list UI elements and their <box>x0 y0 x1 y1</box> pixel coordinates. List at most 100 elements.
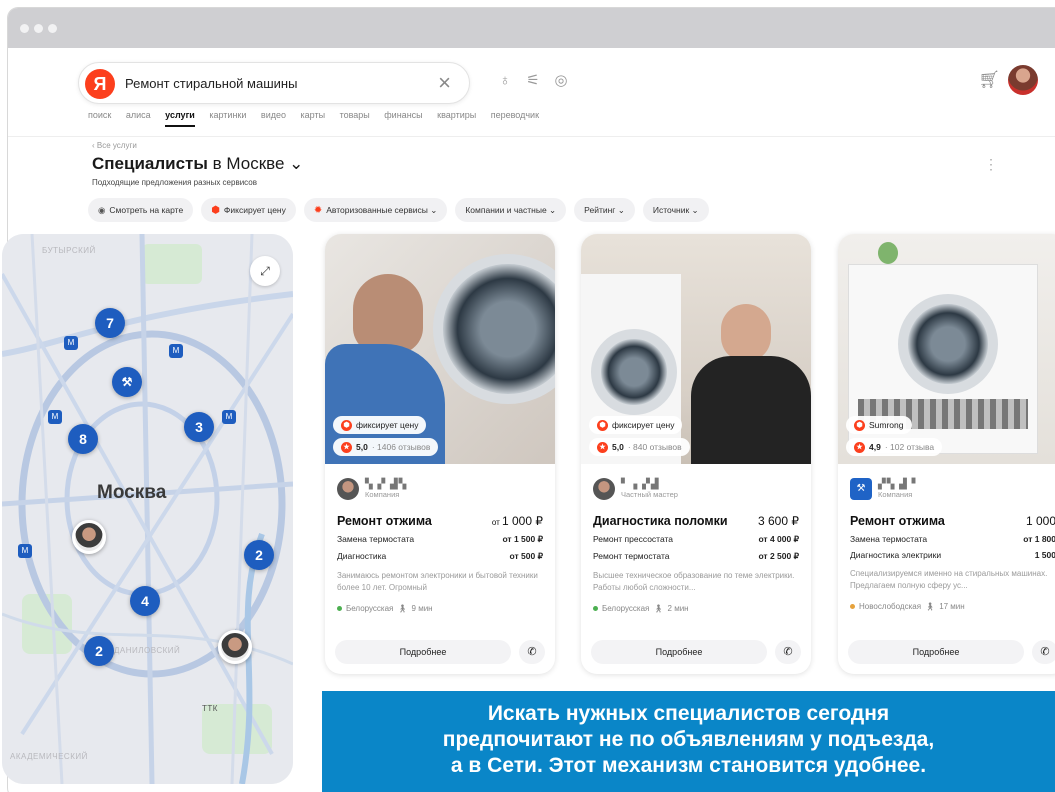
service-card[interactable]: ⬢ фиксирует цену ★ 5,0 · 840 отзывов ▘ ▖▞▟ Ч… <box>581 234 811 674</box>
walk-icon: 🚶︎ <box>653 604 664 613</box>
details-button[interactable]: Подробнее <box>848 640 1024 664</box>
map-cluster-pin[interactable]: 7 <box>95 308 125 338</box>
service-card[interactable]: ⬢ Sumrong ★ 4,9 · 102 отзыва ⚒ ▞▚ ▟ ▘ Компан… <box>838 234 1055 674</box>
card-body: ⚒ ▞▚ ▟ ▘ Компания Ремонт отжима 1 000 Зам… <box>838 464 1055 611</box>
owner-row[interactable]: ▚ ▞ ▟▚ Компания <box>337 472 543 506</box>
service-center-pin-icon[interactable]: ⚒ <box>112 367 142 397</box>
details-button[interactable]: Подробнее <box>335 640 511 664</box>
washing-machine-image <box>433 254 555 404</box>
owner-name-blurred: ▞▚ ▟ ▘ <box>878 479 921 490</box>
price-line: Замена термостата от 1 500 ₽ <box>337 534 543 545</box>
search-input[interactable]: Ремонт стиральной машины <box>125 76 297 91</box>
filter-company-type[interactable]: Компании и частные ⌄ <box>455 198 567 222</box>
badge-label: фиксирует цену <box>612 420 675 430</box>
card-body: ▘ ▖▞▟ Частный мастер Диагностика поломки … <box>581 464 811 613</box>
ring-road-label: ТТК <box>202 704 218 713</box>
specialist-avatar-pin[interactable] <box>72 520 106 554</box>
main-service-row: Диагностика поломки 3 600 ₽ <box>593 514 799 528</box>
filter-authorized[interactable]: ✹ Авторизованные сервисы ⌄ <box>303 198 448 222</box>
tab-alice[interactable]: алиса <box>126 110 151 120</box>
rating-badge[interactable]: ★ 5,0 · 1406 отзывов <box>333 438 439 456</box>
page-title[interactable]: Специалисты в Москве ⌄ <box>92 154 303 174</box>
metro-line-icon <box>337 606 342 611</box>
walk-time: 17 мин <box>939 602 965 611</box>
tab-apartments[interactable]: квартиры <box>437 110 476 120</box>
filter-rating[interactable]: Рейтинг ⌄ <box>574 198 635 222</box>
yandex-logo-icon[interactable]: Я <box>85 69 115 99</box>
breadcrumb[interactable]: ‹ Все услуги <box>92 141 137 150</box>
clear-search-icon[interactable]: × <box>438 70 451 96</box>
map-cluster-pin[interactable]: 4 <box>130 586 160 616</box>
tab-video[interactable]: видео <box>261 110 286 120</box>
page-subtitle: Подходящие предложения разных сервисов <box>92 178 257 187</box>
price-line-value: от 1 500 ₽ <box>502 534 543 544</box>
price-line: Ремонт прессостата от 4 000 ₽ <box>593 534 799 545</box>
owner-row[interactable]: ▘ ▖▞▟ Частный мастер <box>593 472 799 506</box>
tab-translator[interactable]: переводчик <box>491 110 539 120</box>
rating-value: 5,0 <box>612 442 624 452</box>
shield-icon: ⬢ <box>597 419 608 431</box>
expand-map-icon[interactable]: ⤢ <box>250 256 280 286</box>
map-cluster-pin[interactable]: 2 <box>84 636 114 666</box>
filter-label: Компании и частные ⌄ <box>465 204 557 215</box>
tab-finance[interactable]: финансы <box>384 110 422 120</box>
specialist-avatar-pin[interactable] <box>218 630 252 664</box>
phone-icon[interactable]: ✆ <box>1032 640 1055 664</box>
rating-value: 4,9 <box>869 442 881 452</box>
owner-type: Компания <box>878 490 913 499</box>
window-dot-icon[interactable] <box>34 24 43 33</box>
map-cluster-pin[interactable]: 8 <box>68 424 98 454</box>
price-line-name: Замена термостата <box>337 534 415 544</box>
station-name: Белорусская <box>602 604 650 613</box>
service-card[interactable]: ⬢ фиксирует цену ★ 5,0 · 1406 отзывов ▚ ▞ ▟… <box>325 234 555 674</box>
page-title-location[interactable]: в Москве ⌄ <box>208 154 304 173</box>
tab-search[interactable]: поиск <box>88 110 111 120</box>
card-actions: Подробнее ✆ <box>848 640 1055 664</box>
price-line-value: 1 500 <box>1034 550 1055 560</box>
phone-icon[interactable]: ✆ <box>519 640 545 664</box>
fixed-price-badge: ⬢ фиксирует цену <box>333 416 427 434</box>
phone-icon[interactable]: ✆ <box>775 640 801 664</box>
service-title: Ремонт отжима <box>850 514 945 528</box>
price-line: Ремонт термостата от 2 500 ₽ <box>593 551 799 562</box>
cart-icon[interactable]: 🛒︎ <box>978 70 1000 90</box>
rating-icon: ★ <box>597 441 608 453</box>
tab-images[interactable]: картинки <box>209 110 246 120</box>
owner-avatar <box>593 478 615 500</box>
owner-name-blurred: ▚ ▞ ▟▚ <box>365 479 408 490</box>
station-name: Новослободская <box>859 602 922 611</box>
badge-label: Sumrong <box>869 420 904 430</box>
filter-source[interactable]: Источник ⌄ <box>642 198 709 222</box>
filters-icon[interactable]: ⚟ <box>522 70 544 92</box>
camera-search-icon[interactable]: ◎ <box>550 70 572 92</box>
price-line-value: от 2 500 ₽ <box>758 551 799 561</box>
tab-services[interactable]: услуги <box>165 110 195 120</box>
microphone-icon[interactable]: ♁ <box>494 70 516 92</box>
technician-shirt-image <box>691 356 811 464</box>
window-dot-icon[interactable] <box>20 24 29 33</box>
map-cluster-pin[interactable]: 3 <box>184 412 214 442</box>
badge-label: фиксирует цену <box>356 420 419 430</box>
tab-goods[interactable]: товары <box>340 110 370 120</box>
main-service-row: Ремонт отжима 1 000 <box>850 514 1055 528</box>
services-map[interactable]: БУТЫРСКИЙ ДАНИЛОВСКИЙ АКАДЕМИЧЕСКИЙ ТТК … <box>2 234 293 784</box>
service-title: Диагностика поломки <box>593 514 728 528</box>
window-dot-icon[interactable] <box>48 24 57 33</box>
shield-icon: ⬢ <box>211 204 220 216</box>
more-options-icon[interactable]: ⋮ <box>984 156 998 173</box>
walk-time: 9 мин <box>411 604 433 613</box>
washing-machine-image <box>591 329 677 415</box>
filter-show-on-map[interactable]: ◉ Смотреть на карте <box>88 198 194 222</box>
search-bar[interactable]: Я Ремонт стиральной машины × <box>78 62 470 104</box>
rating-badge[interactable]: ★ 4,9 · 102 отзыва <box>846 438 943 456</box>
details-button[interactable]: Подробнее <box>591 640 767 664</box>
filter-fixed-price[interactable]: ⬢ Фиксирует цену <box>201 198 296 222</box>
window-titlebar <box>8 8 1055 48</box>
service-price: 1 000 <box>1026 514 1055 528</box>
map-cluster-pin[interactable]: 2 <box>244 540 274 570</box>
tab-maps[interactable]: карты <box>301 110 326 120</box>
city-label: Москва <box>97 482 167 503</box>
owner-row[interactable]: ⚒ ▞▚ ▟ ▘ Компания <box>850 472 1055 506</box>
rating-badge[interactable]: ★ 5,0 · 840 отзывов <box>589 438 690 456</box>
user-avatar[interactable] <box>1008 65 1038 95</box>
